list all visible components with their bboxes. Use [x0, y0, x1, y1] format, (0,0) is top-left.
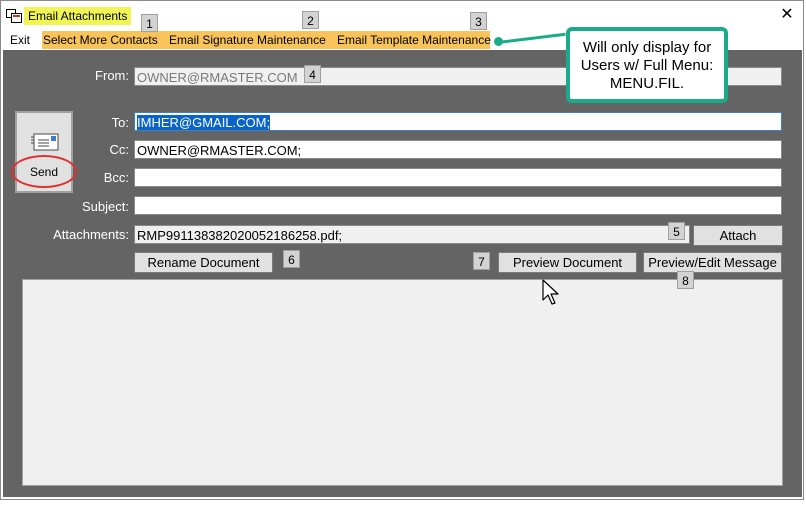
- subject-label: Subject:: [82, 199, 129, 214]
- full-menu-callout: Will only display for Users w/ Full Menu…: [566, 27, 728, 103]
- app-icon: [6, 9, 22, 23]
- preview-document-button[interactable]: Preview Document: [498, 252, 637, 273]
- from-label: From:: [95, 68, 129, 83]
- callout-line-1: Will only display for: [582, 39, 712, 56]
- envelope-icon: [31, 133, 59, 151]
- badge-2: 2: [302, 11, 319, 29]
- bcc-field[interactable]: [134, 168, 782, 187]
- callout-line-3: MENU.FIL.: [609, 75, 685, 92]
- attach-button[interactable]: Attach: [693, 225, 783, 246]
- badge-6: 6: [283, 250, 300, 268]
- badge-4: 4: [304, 65, 321, 83]
- badge-3: 3: [470, 12, 487, 30]
- attachments-label: Attachments:: [53, 227, 129, 242]
- send-highlight-ring: [11, 155, 77, 188]
- cc-field[interactable]: OWNER@RMASTER.COM;: [134, 140, 782, 159]
- email-attachments-window: Email Attachments ✕ Exit Select More Con…: [0, 0, 804, 500]
- badge-7: 7: [473, 252, 490, 270]
- close-icon[interactable]: ✕: [777, 5, 797, 25]
- menu-exit[interactable]: Exit: [10, 31, 30, 49]
- message-body[interactable]: [22, 279, 783, 486]
- badge-1: 1: [141, 14, 158, 32]
- preview-edit-message-button[interactable]: Preview/Edit Message: [643, 252, 782, 273]
- menu-email-signature-maintenance[interactable]: Email Signature Maintenance: [169, 31, 326, 49]
- mouse-pointer-icon: [542, 279, 559, 305]
- to-value: IMHER@GMAIL.COM;: [137, 115, 271, 130]
- to-field[interactable]: IMHER@GMAIL.COM;: [134, 112, 782, 131]
- window-title: Email Attachments: [24, 7, 132, 25]
- menu-email-template-maintenance[interactable]: Email Template Maintenance: [337, 31, 491, 49]
- menu-select-more-contacts[interactable]: Select More Contacts: [43, 31, 158, 49]
- attachments-field: RMP9911383820200521862​58.pdf;: [134, 225, 690, 244]
- badge-8: 8: [677, 271, 694, 289]
- callout-line-2: Users w/ Full Menu:: [580, 57, 714, 74]
- subject-field[interactable]: [134, 196, 782, 215]
- rename-document-button[interactable]: Rename Document: [134, 252, 273, 273]
- badge-5: 5: [668, 222, 685, 240]
